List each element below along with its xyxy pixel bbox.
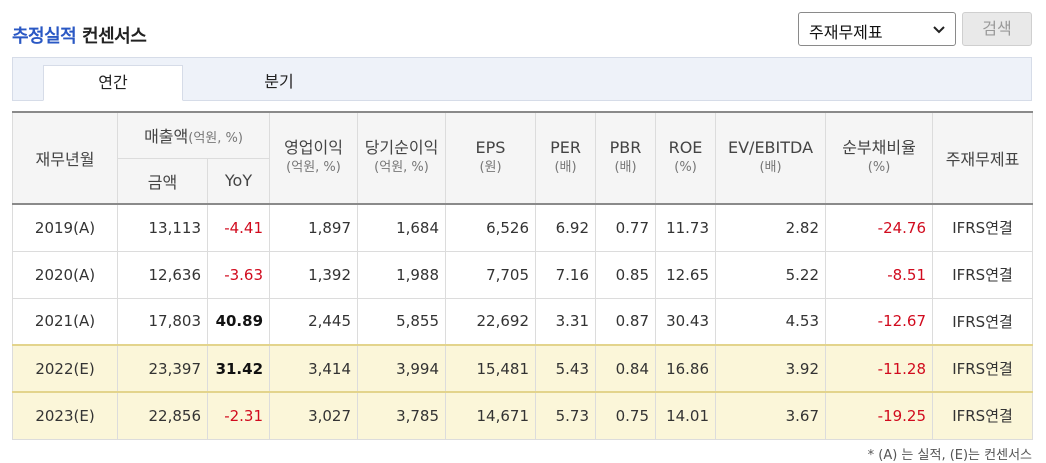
table-row-estimate: 2022(E) 23,397 31.42 3,414 3,994 15,481 … <box>12 344 1034 393</box>
header-net-income: 당기순이익 (억원, %) <box>357 111 447 205</box>
section-title-rest: 컨센서스 <box>82 26 147 47</box>
header-eps: EPS (원) <box>445 111 537 205</box>
chevron-down-icon <box>933 26 945 34</box>
header-year: 재무년월 <box>12 111 118 205</box>
header-per: PER (배) <box>535 111 597 205</box>
tab-quarterly[interactable]: 분기 <box>209 65 349 101</box>
header-sales: 매출액(억원, %) <box>116 111 271 159</box>
table-row-estimate: 2023(E) 22,856 -2.31 3,027 3,785 14,671 … <box>12 391 1034 440</box>
header-pbr: PBR (배) <box>595 111 657 205</box>
consensus-table: 재무년월 매출액(억원, %) 영업이익 (억원, %) 당기순이익 (억원, %)… <box>12 111 1034 440</box>
statement-select-value: 주재무제표 <box>809 23 883 42</box>
header-statement-type: 주재무제표 <box>932 111 1034 205</box>
section-title-accent: 추정실적 <box>12 26 77 47</box>
statement-select[interactable]: 주재무제표 <box>798 12 956 46</box>
header-amount: 금액 <box>117 157 208 205</box>
period-tabs: 연간 분기 <box>12 57 1032 101</box>
table-row: 2021(A) 17,803 40.89 2,445 5,855 22,692 … <box>12 297 1034 346</box>
table-row: 2020(A) 12,636 -3.63 1,392 1,988 7,705 7… <box>12 250 1034 299</box>
header-net-debt-ratio: 순부채비율 (%) <box>825 111 934 205</box>
header-roe: ROE (%) <box>655 111 717 205</box>
table-row: 2019(A) 13,113 -4.41 1,897 1,684 6,526 6… <box>12 203 1034 252</box>
tab-annual[interactable]: 연간 <box>43 65 183 101</box>
header-operating-income: 영업이익 (억원, %) <box>269 111 359 205</box>
header-yoy: YoY <box>206 157 271 205</box>
footnote: * (A) 는 실적, (E)는 컨센서스 <box>867 448 1032 463</box>
section-title: 추정실적 컨센서스 <box>12 22 147 48</box>
header-ev-ebitda: EV/EBITDA (배) <box>715 111 827 205</box>
search-button[interactable]: 검색 <box>962 12 1032 46</box>
